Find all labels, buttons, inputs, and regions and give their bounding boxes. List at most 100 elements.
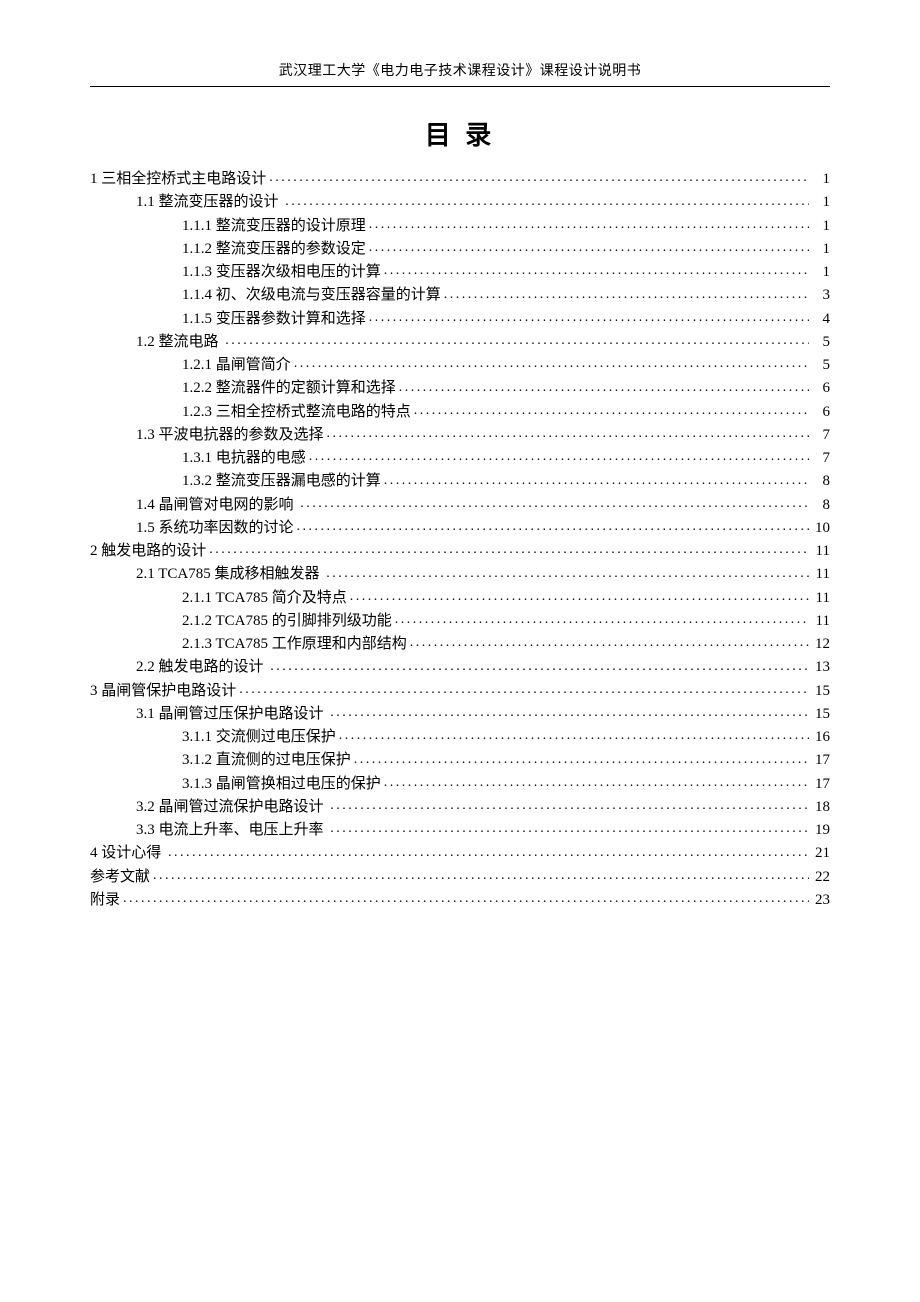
toc-entry-label: 附录 <box>90 889 120 912</box>
toc-row: 1.5 系统功率因数的讨论10 <box>90 517 830 540</box>
toc-entry-page: 11 <box>812 540 830 563</box>
toc-entry-page: 19 <box>812 819 830 842</box>
toc-entry-label: 3.1.1 交流侧过电压保护 <box>182 726 336 749</box>
toc-entry-label: 4 设计心得 <box>90 842 165 865</box>
toc-entry-label: 1.1.4 初、次级电流与变压器容量的计算 <box>182 284 441 307</box>
toc-entry-label: 1.1.3 变压器次级相电压的计算 <box>182 261 381 284</box>
toc-row: 3.1.1 交流侧过电压保护 16 <box>90 726 830 749</box>
toc-row: 1.1.4 初、次级电流与变压器容量的计算 3 <box>90 284 830 307</box>
toc-row: 1.2 整流电路 5 <box>90 331 830 354</box>
toc-entry-page: 6 <box>812 377 830 400</box>
toc-entry-page: 16 <box>812 726 830 749</box>
toc-leader-dots <box>369 241 809 253</box>
toc-row: 2.2 触发电路的设计 13 <box>90 656 830 679</box>
toc-leader-dots <box>330 799 809 811</box>
page-header: 武汉理工大学《电力电子技术课程设计》课程设计说明书 <box>90 60 830 87</box>
toc-entry-page: 8 <box>812 470 830 493</box>
toc-row: 3.1 晶闸管过压保护电路设计 15 <box>90 703 830 726</box>
toc-row: 1.1.1 整流变压器的设计原理 1 <box>90 215 830 238</box>
toc-entry-page: 15 <box>812 703 830 726</box>
toc-leader-dots <box>269 171 809 183</box>
toc-entry-label: 1.3.2 整流变压器漏电感的计算 <box>182 470 381 493</box>
toc-leader-dots <box>270 659 809 671</box>
toc-row: 参考文献22 <box>90 866 830 889</box>
toc-leader-dots <box>384 264 809 276</box>
toc-entry-page: 6 <box>812 401 830 424</box>
toc-entry-label: 2.2 触发电路的设计 <box>136 656 267 679</box>
toc-leader-dots <box>330 706 809 718</box>
toc-row: 3.2 晶闸管过流保护电路设计 18 <box>90 796 830 819</box>
toc-entry-page: 5 <box>812 354 830 377</box>
toc-leader-dots <box>384 776 809 788</box>
toc-leader-dots <box>414 404 809 416</box>
toc-entry-page: 1 <box>812 238 830 261</box>
toc-entry-label: 2.1.2 TCA785 的引脚排列级功能 <box>182 610 392 633</box>
toc-entry-page: 13 <box>812 656 830 679</box>
toc-leader-dots <box>309 450 809 462</box>
toc-entry-label: 参考文献 <box>90 866 150 889</box>
toc-entry-label: 1.1.1 整流变压器的设计原理 <box>182 215 366 238</box>
toc-entry-label: 1.3 平波电抗器的参数及选择 <box>136 424 324 447</box>
toc-entry-label: 2.1.1 TCA785 简介及特点 <box>182 587 347 610</box>
toc-entry-label: 3 晶闸管保护电路设计 <box>90 680 236 703</box>
toc-row: 3.1.2 直流侧的过电压保护17 <box>90 749 830 772</box>
toc-row: 1.3.1 电抗器的电感 7 <box>90 447 830 470</box>
toc-entry-page: 1 <box>812 215 830 238</box>
toc-entry-page: 12 <box>812 633 830 656</box>
toc-entry-page: 4 <box>812 308 830 331</box>
toc-row: 4 设计心得 21 <box>90 842 830 865</box>
toc-leader-dots <box>209 543 809 555</box>
toc-entry-page: 18 <box>812 796 830 819</box>
toc-row: 2 触发电路的设计 11 <box>90 540 830 563</box>
toc-leader-dots <box>225 334 809 346</box>
toc-leader-dots <box>239 683 809 695</box>
toc-entry-page: 7 <box>812 447 830 470</box>
toc-entry-label: 1.3.1 电抗器的电感 <box>182 447 306 470</box>
toc-leader-dots <box>294 357 809 369</box>
toc-entry-page: 1 <box>812 168 830 191</box>
toc-entry-page: 7 <box>812 424 830 447</box>
toc-row: 1.2.2 整流器件的定额计算和选择 6 <box>90 377 830 400</box>
toc-leader-dots <box>153 869 809 881</box>
toc-row: 1.1.3 变压器次级相电压的计算 1 <box>90 261 830 284</box>
toc-title: 目 录 <box>90 115 830 152</box>
toc-entry-label: 2 触发电路的设计 <box>90 540 206 563</box>
toc-entry-page: 11 <box>812 610 830 633</box>
toc-row: 1 三相全控桥式主电路设计 1 <box>90 168 830 191</box>
toc-entry-page: 11 <box>812 587 830 610</box>
toc-row: 1.3.2 整流变压器漏电感的计算 8 <box>90 470 830 493</box>
toc-row: 1.2.1 晶闸管简介5 <box>90 354 830 377</box>
toc-entry-label: 1.1 整流变压器的设计 <box>136 191 282 214</box>
toc-entry-page: 11 <box>812 563 830 586</box>
toc-entry-page: 5 <box>812 331 830 354</box>
toc-leader-dots <box>339 729 809 741</box>
toc-entry-label: 1 三相全控桥式主电路设计 <box>90 168 266 191</box>
toc-row: 3 晶闸管保护电路设计 15 <box>90 680 830 703</box>
toc-entry-label: 1.2.3 三相全控桥式整流电路的特点 <box>182 401 411 424</box>
toc-entry-label: 3.1.2 直流侧的过电压保护 <box>182 749 351 772</box>
toc-leader-dots <box>330 822 809 834</box>
toc-entry-page: 17 <box>812 773 830 796</box>
toc-entry-page: 21 <box>812 842 830 865</box>
toc-leader-dots <box>395 613 809 625</box>
toc-row: 2.1.3 TCA785 工作原理和内部结构12 <box>90 633 830 656</box>
toc-row: 1.1 整流变压器的设计 1 <box>90 191 830 214</box>
toc-entry-page: 8 <box>812 494 830 517</box>
toc-leader-dots <box>369 218 809 230</box>
toc-entry-page: 23 <box>812 889 830 912</box>
toc-entry-label: 1.2.2 整流器件的定额计算和选择 <box>182 377 396 400</box>
toc-entry-label: 2.1 TCA785 集成移相触发器 <box>136 563 323 586</box>
toc-leader-dots <box>369 311 809 323</box>
toc-leader-dots <box>123 892 809 904</box>
toc-row: 1.2.3 三相全控桥式整流电路的特点 6 <box>90 401 830 424</box>
toc-entry-page: 15 <box>812 680 830 703</box>
toc-row: 1.4 晶闸管对电网的影响 8 <box>90 494 830 517</box>
toc-entry-label: 1.5 系统功率因数的讨论 <box>136 517 294 540</box>
toc-leader-dots <box>350 590 809 602</box>
toc-leader-dots <box>327 427 809 439</box>
document-page: 武汉理工大学《电力电子技术课程设计》课程设计说明书 目 录 1 三相全控桥式主电… <box>0 0 920 972</box>
toc-leader-dots <box>326 566 809 578</box>
toc-entry-page: 1 <box>812 261 830 284</box>
toc-entry-page: 3 <box>812 284 830 307</box>
toc-entry-label: 1.4 晶闸管对电网的影响 <box>136 494 297 517</box>
